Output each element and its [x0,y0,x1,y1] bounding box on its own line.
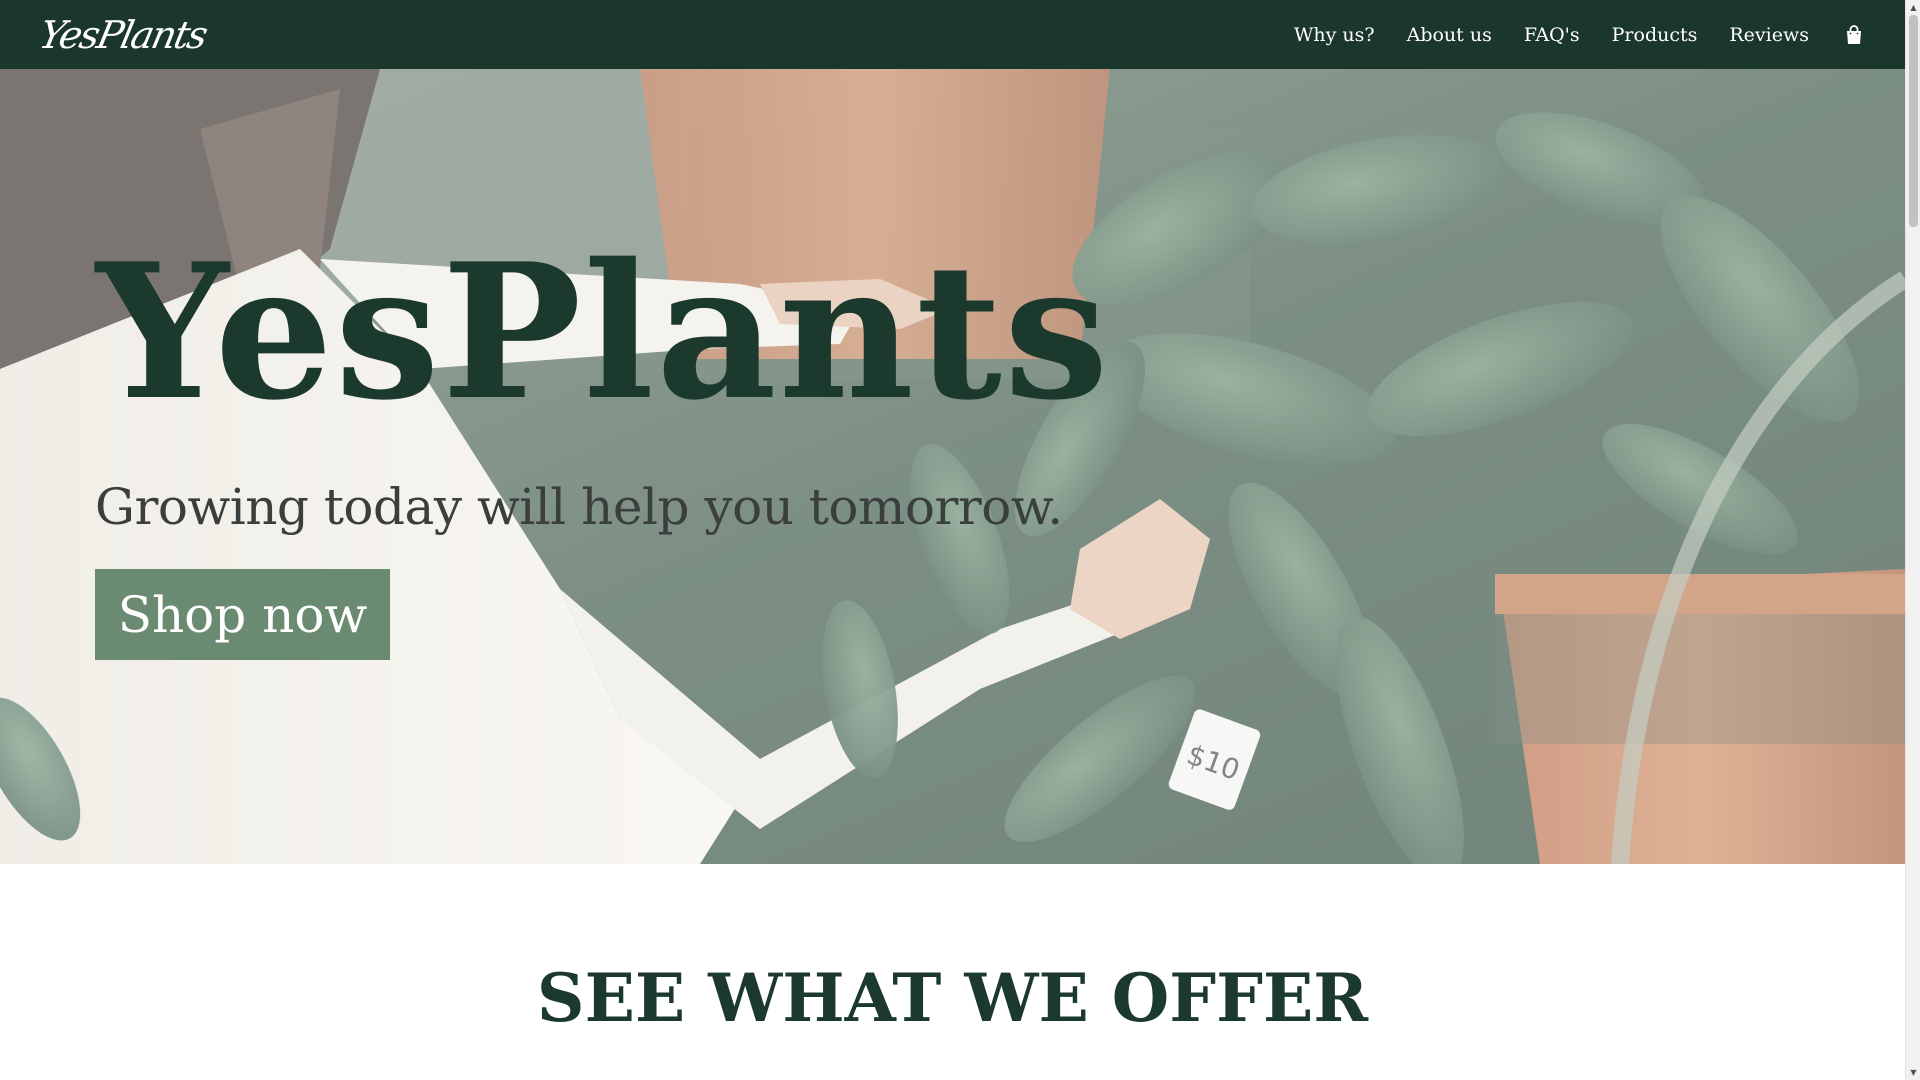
scroll-down-arrow-icon[interactable]: ▼ [1906,1065,1920,1080]
nav-link-about-us[interactable]: About us [1407,24,1492,46]
site-logo[interactable]: YesPlants [35,13,210,57]
shopping-bag-icon[interactable] [1843,24,1865,46]
hero-overlay [0,69,1905,864]
page: YesPlants Why us? About us FAQ's Product… [0,0,1920,1080]
hero-title: YesPlants [96,222,1111,441]
nav-link-why-us[interactable]: Why us? [1294,24,1375,46]
offer-section-title: SEE WHAT WE OFFER [536,959,1369,1037]
nav-link-products[interactable]: Products [1612,24,1698,46]
hero-section: $10 YesPlants Growing today will help yo… [0,69,1905,864]
nav-links: Why us? About us FAQ's Products Reviews [1262,24,1865,46]
page-scrollbar[interactable]: ▲ ▼ [1905,0,1920,1080]
scroll-up-arrow-icon[interactable]: ▲ [1906,0,1920,15]
nav-link-faqs[interactable]: FAQ's [1524,24,1580,46]
scroll-thumb[interactable] [1909,15,1918,227]
hero-subtitle: Growing today will help you tomorrow. [95,478,1063,536]
shop-now-button[interactable]: Shop now [95,569,390,660]
top-navbar: YesPlants Why us? About us FAQ's Product… [0,0,1905,69]
nav-link-reviews[interactable]: Reviews [1729,24,1809,46]
